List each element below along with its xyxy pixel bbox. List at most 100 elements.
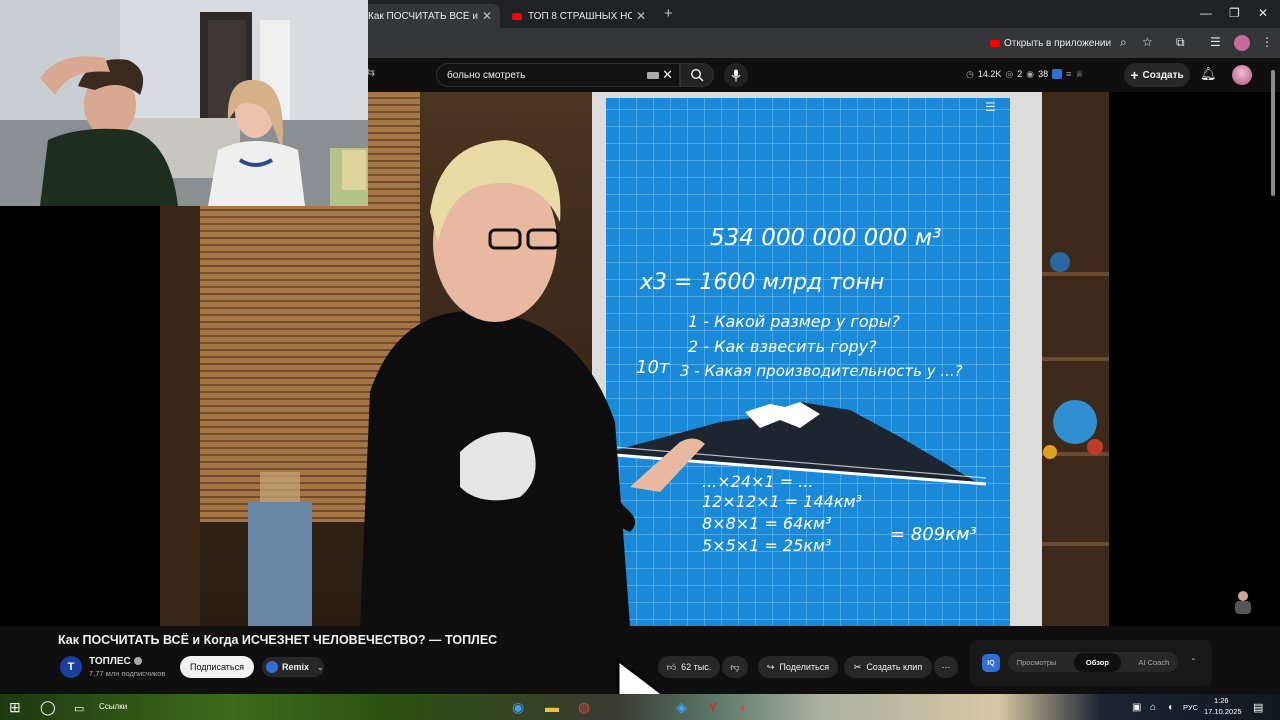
new-tab-icon[interactable]: + — [664, 5, 673, 22]
clip-button[interactable]: ✂ Создать клип — [844, 656, 932, 678]
keyboard-icon[interactable] — [647, 72, 659, 79]
dislike-button[interactable]: 👎︎ — [722, 656, 748, 678]
extension-tab-overview[interactable]: Обзор — [1073, 652, 1121, 672]
whiteboard-calc-4: 5×5×1 = 25км³ — [702, 536, 832, 555]
plus-icon: + — [1130, 67, 1139, 83]
channel-name[interactable]: ТОПЛЕС — [89, 656, 142, 667]
network-icon[interactable]: ⌂ — [1150, 702, 1156, 713]
remix-icon — [266, 661, 278, 673]
presenter-thumbnail[interactable] — [1232, 588, 1254, 614]
channel-initial: T — [67, 661, 75, 673]
windows-taskbar — [0, 694, 1280, 720]
views-count: 14.2K — [977, 69, 1002, 79]
more-actions-button[interactable]: ⋯ — [934, 656, 958, 678]
voice-search-button[interactable] — [724, 63, 748, 87]
clock-icon: ◷ — [966, 68, 974, 79]
bookmarks-label[interactable]: Ссылки — [99, 702, 127, 711]
minimize-icon[interactable]: — — [1200, 6, 1212, 20]
clock-time[interactable]: 1:26 — [1214, 696, 1229, 705]
share-label: Поделиться — [779, 662, 830, 672]
search-icon — [690, 68, 704, 82]
create-button[interactable]: + Создать — [1124, 63, 1190, 87]
page-scrollbar[interactable] — [1270, 70, 1276, 688]
clear-search-icon[interactable]: ✕ — [662, 67, 673, 83]
yandex-icon[interactable]: Y — [708, 699, 717, 715]
open-in-app-button[interactable]: Открыть в приложении — [990, 34, 1111, 52]
chrome-icon[interactable]: ◍ — [578, 699, 590, 716]
whiteboard-question-2: 2 - Как взвесить гору? — [688, 337, 877, 356]
like-count: 62 тыс. — [681, 662, 712, 672]
extensions-icon[interactable]: ⧉ — [1176, 35, 1185, 50]
clip-label: Создать клип — [866, 662, 923, 672]
scrollbar-thumb[interactable] — [1271, 70, 1275, 196]
search-button[interactable] — [680, 63, 714, 87]
window-close-icon[interactable]: ✕ — [1258, 6, 1268, 20]
tray-icon[interactable]: ▣ — [1132, 702, 1141, 713]
whiteboard-question-3-prefix: 10т — [636, 357, 670, 378]
subscribe-label: Подписаться — [190, 662, 244, 672]
user-avatar[interactable] — [1232, 65, 1252, 85]
remix-label: Remix — [282, 662, 310, 672]
chart-icon: ◉ — [1026, 68, 1035, 79]
file-explorer-icon[interactable]: ▬ — [545, 699, 559, 715]
search-icon[interactable]: ◯ — [40, 699, 56, 716]
telegram-icon[interactable]: ◈ — [676, 699, 687, 716]
notifications-bell-icon[interactable]: 🔔︎ — [1200, 66, 1217, 82]
chevron-down-icon: ⌄ — [317, 662, 324, 672]
youtube-icon — [990, 39, 1000, 47]
bookmark-star-icon[interactable]: ☆ — [1142, 35, 1153, 49]
microphone-icon — [731, 69, 741, 81]
language-indicator[interactable]: РУС — [1183, 703, 1198, 712]
whiteboard-calc-1: ...×24×1 = ... — [702, 472, 814, 491]
extension-tab-views[interactable]: Просмотры — [1017, 658, 1057, 667]
search-query: больно смотреть — [447, 69, 526, 81]
whiteboard-question-1: 1 - Какой размер у горы? — [688, 312, 900, 331]
subscriber-count: 7,77 млн подписчиков — [89, 669, 166, 678]
open-in-app-label: Открыть в приложении — [1004, 37, 1112, 49]
whiteboard-line-2: x3 = 1600 млрд тонн — [640, 270, 885, 295]
zoom-icon[interactable]: ⌕ — [1120, 35, 1127, 50]
channel-avatar[interactable]: T — [60, 656, 82, 678]
more-icon: ⋯ — [941, 661, 951, 672]
remix-button[interactable]: Remix ⌄ — [262, 657, 324, 677]
whiteboard-question-3: 3 - Какая производительность у ...? — [680, 362, 963, 380]
app-icon[interactable]: ◐ — [740, 699, 748, 715]
tab-knockouts[interactable]: ТОП 8 СТРАШНЫХ НОКАУТОВ ✕ — [504, 4, 654, 28]
extension-tabs: Просмотры Обзор AI Coach — [1008, 652, 1178, 672]
reading-list-icon[interactable]: ☰ — [1210, 35, 1221, 49]
tab-close-icon[interactable]: ✕ — [636, 9, 646, 23]
browser-menu-icon[interactable]: ⋮ — [1261, 35, 1273, 49]
verified-icon — [133, 657, 142, 666]
notification-center-icon[interactable]: ▤ — [1253, 701, 1263, 714]
whiteboard-calc-3: 8×8×1 = 64км³ — [702, 514, 832, 533]
trophy-icon: ♕ — [1075, 68, 1084, 79]
channel-name-text: ТОПЛЕС — [89, 656, 131, 667]
extension-tab-ai-coach[interactable]: AI Coach — [1138, 658, 1169, 667]
whiteboard-total: = 809км³ — [890, 524, 977, 545]
volume-icon[interactable]: ◖ — [1167, 702, 1173, 713]
restore-icon[interactable]: ❐ — [1229, 6, 1240, 20]
tab-close-icon[interactable]: ✕ — [482, 9, 492, 23]
extension-logo[interactable]: IQ — [982, 654, 1000, 672]
clock-date[interactable]: 17.10.2025 — [1204, 707, 1242, 716]
third-count: 38 — [1038, 69, 1049, 79]
youtube-icon — [512, 12, 522, 20]
share-button[interactable]: ↪ Поделиться — [758, 656, 838, 678]
video-title: Как ПОСЧИТАТЬ ВСЁ и Когда ИСЧЕЗНЕТ ЧЕЛОВ… — [58, 633, 498, 647]
tab-label: Как ПОСЧИТАТЬ ВСЁ и Ко — [368, 10, 478, 22]
whiteboard-calc-2: 12×12×1 = 144км³ — [702, 492, 862, 511]
thumbs-down-icon: 👎︎ — [730, 661, 740, 672]
search-input[interactable]: больно смотреть ✕ — [436, 63, 680, 87]
edge-icon[interactable]: ◉ — [512, 699, 524, 716]
browser-profile-avatar[interactable] — [1234, 35, 1250, 51]
tab-video[interactable]: Как ПОСЧИТАТЬ ВСЁ и Ко ✕ — [360, 4, 500, 28]
windows-start-icon[interactable]: ⊞ — [9, 699, 21, 716]
chevron-up-icon[interactable]: ⌃ — [1190, 657, 1197, 666]
subscribe-button[interactable]: Подписаться — [180, 656, 254, 678]
create-label: Создать — [1142, 69, 1184, 81]
share-icon: ↪ — [766, 661, 775, 672]
comment-icon: ◎ — [1005, 68, 1014, 79]
extension-logo-text: IQ — [987, 659, 995, 667]
task-view-icon[interactable]: ▭ — [74, 702, 84, 715]
extension-stats[interactable]: ◷ 14.2K ◎ 2 ◉ 38 ≡ ♕ — [966, 66, 1083, 82]
